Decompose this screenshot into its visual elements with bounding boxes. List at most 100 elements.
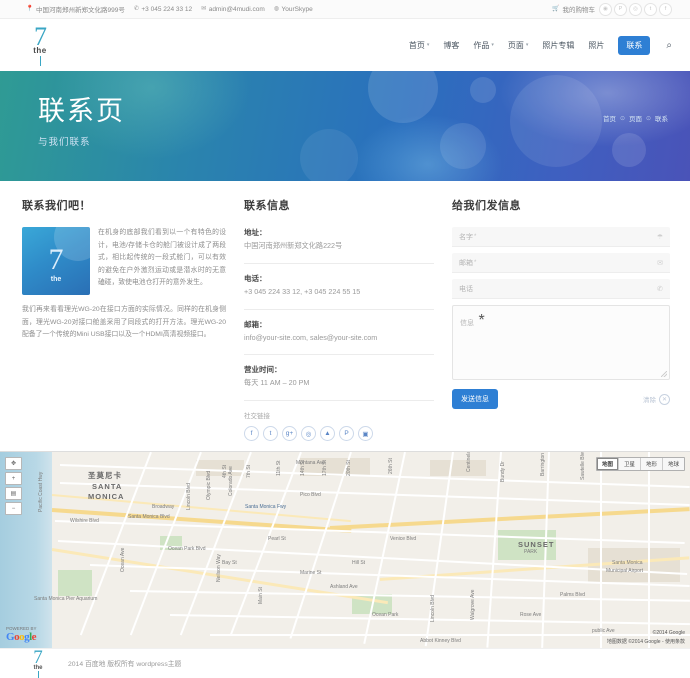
info-label: 营业时间： (244, 365, 282, 375)
map-park (58, 570, 92, 597)
facebook-icon[interactable]: f (659, 2, 672, 16)
nav-item-photo-albums[interactable]: 照片专辑 (542, 40, 574, 51)
contact-info-column: 联系信息 地址： 中国河南郑州新郑文化路222号 电话： +3 045 224 … (244, 197, 434, 442)
map-label: 14th St (300, 460, 306, 477)
search-icon[interactable]: ⌕ (666, 40, 672, 51)
social-links-list: f t g+ ◎ ▲ P ▣ (244, 426, 434, 442)
map-zoom-in-button[interactable]: + (5, 472, 22, 486)
map-label: Santa Monica Blvd (128, 514, 170, 521)
divider (244, 400, 434, 402)
about-paragraph-2: 我们再来看看理光WG-20在接口方面的实际情况。同样的在机身侧面，理光WG-20… (22, 306, 226, 339)
map-label: Broadway (152, 504, 175, 511)
chevron-down-icon: ▾ (426, 42, 430, 48)
map-label: 17th St (322, 460, 328, 477)
breadcrumb-item-home[interactable]: 首页 (603, 113, 616, 123)
facebook-icon[interactable]: f (244, 426, 259, 442)
map-label: 20th St (346, 460, 352, 477)
hero-inner: 联系页 与我们联系 (0, 71, 690, 147)
email-field[interactable]: 邮箱 * ✉ (452, 253, 670, 273)
map-copyright: ©2014 Google (652, 630, 685, 637)
map-type-earth[interactable]: 地球 (662, 458, 684, 471)
phone-icon: ✆ (657, 285, 663, 293)
map-label: Pearl St (268, 536, 286, 543)
cart-link[interactable]: 🛒 我的购物车 (552, 4, 595, 14)
map-label: Palms Blvd (560, 592, 586, 599)
message-placeholder: 信息 (460, 320, 474, 327)
top-bar-phone[interactable]: ✆ +3 045 224 33 12 (134, 6, 192, 13)
twitter-icon[interactable]: t (644, 2, 657, 16)
map-label: 圣莫尼卡 (88, 471, 122, 481)
site-header: 7 the 首页 ▾ 博客 作品 ▾ 页面 ▾ 照片专辑 照片 联系 ⌕ (0, 19, 690, 71)
message-textarea[interactable]: 信息 * (452, 305, 670, 380)
breadcrumb: 首页 ⊙ 页面 ⊙ 联系 (603, 113, 668, 124)
map-label: Santa Monica Pier Aquarium (34, 596, 98, 603)
dropbox-icon[interactable]: ▲ (320, 426, 335, 442)
nav-item-portfolio[interactable]: 作品 ▾ (473, 40, 494, 51)
nav-item-photos[interactable]: 照片 (588, 40, 604, 51)
map-label: Santa Monica Fwy (245, 504, 287, 511)
map-label: 7th St (246, 465, 252, 479)
map-label: 4th St (222, 465, 228, 479)
map-label: Marine St (300, 570, 322, 577)
nav-label: 页面 (507, 40, 524, 50)
send-message-button[interactable]: 发送信息 (452, 389, 498, 409)
map-zoom-slider[interactable]: ▤ (5, 487, 22, 501)
nav-item-home[interactable]: 首页 ▾ (409, 40, 430, 51)
map-pan-icon[interactable]: ✥ (5, 457, 22, 471)
flickr-icon[interactable]: ▣ (358, 426, 373, 442)
map-label: Main St (258, 587, 264, 605)
phone-icon: ✆ (133, 6, 139, 12)
map-label: Santa Monica (612, 560, 643, 567)
main-nav: 首页 ▾ 博客 作品 ▾ 页面 ▾ 照片专辑 照片 联系 ⌕ (409, 35, 672, 55)
nav-item-contact[interactable]: 联系 (618, 35, 651, 55)
pinterest-icon[interactable]: P (614, 2, 627, 16)
required-marker: * (478, 312, 485, 329)
top-bar-email[interactable]: ✉ admin@4mudi.com (201, 6, 265, 13)
top-bar-skype[interactable]: ◍ YourSkype (274, 6, 313, 13)
map-label: Ashland Ave (330, 584, 358, 591)
thumbnail-word: the (50, 275, 62, 283)
map-label: Bundy Dr (500, 461, 506, 483)
twitter-icon[interactable]: t (263, 426, 278, 442)
pinterest-icon[interactable]: P (339, 426, 354, 442)
chevron-down-icon: ▾ (491, 42, 494, 48)
info-value[interactable]: info@your-site.com, sales@your-site.com (244, 333, 434, 344)
map-type-terrain[interactable]: 地形 (640, 458, 663, 471)
map-label: Rose Ave (520, 612, 542, 619)
map-data-credit[interactable]: 地图数据 ©2014 Google - 使用条款 (607, 638, 685, 645)
chevron-down-icon: ▾ (525, 42, 529, 48)
nav-item-pages[interactable]: 页面 ▾ (508, 40, 529, 51)
resize-grip-icon[interactable] (661, 371, 667, 377)
map-zoom-out-button[interactable]: − (5, 502, 22, 516)
nav-item-blog[interactable]: 博客 (443, 40, 459, 51)
map-label: Sawtelle Blvd (580, 451, 586, 481)
rss-icon[interactable]: ◉ (599, 2, 612, 16)
google-logo-letter: e (31, 631, 37, 643)
name-field[interactable]: 名字 * ☂ (452, 227, 670, 247)
map-label: Lincoln Blvd (430, 595, 436, 623)
map-label: Colorado Ave (228, 466, 234, 497)
instagram-icon[interactable]: ◎ (301, 426, 316, 442)
map-type-map[interactable]: 地图 (596, 458, 619, 471)
map-label: Barrington Ave (540, 451, 546, 477)
map-label: Ocean Ave (120, 547, 126, 573)
breadcrumb-item-pages[interactable]: 页面 (629, 113, 642, 123)
nav-label: 照片专辑 (542, 40, 575, 50)
site-logo[interactable]: 7 the (18, 24, 62, 66)
map-label: Wilshire Blvd (70, 518, 99, 525)
map-road (210, 634, 690, 636)
map-block (430, 460, 486, 477)
footer-logo[interactable]: 7 the (18, 648, 58, 678)
info-label: 地址： (244, 228, 267, 237)
top-bar-email-text: admin@4mudi.com (208, 5, 265, 13)
google-plus-icon[interactable]: g+ (282, 426, 297, 442)
about-thumbnail[interactable]: 7 the (22, 227, 90, 295)
phone-field[interactable]: 电话 ✆ (452, 279, 670, 299)
clear-form-link[interactable]: 清除 ✕ (643, 393, 670, 405)
map-label: SUNSET (518, 540, 555, 550)
email-field-placeholder: 邮箱 (459, 259, 473, 267)
location-pin-icon: 📍 (26, 6, 34, 12)
google-map[interactable]: 圣莫尼卡 SANTA MONICA Santa Monica Fwy Wilsh… (0, 451, 690, 649)
map-type-satellite[interactable]: 卫星 (618, 458, 641, 471)
instagram-icon[interactable]: ◎ (629, 2, 642, 16)
